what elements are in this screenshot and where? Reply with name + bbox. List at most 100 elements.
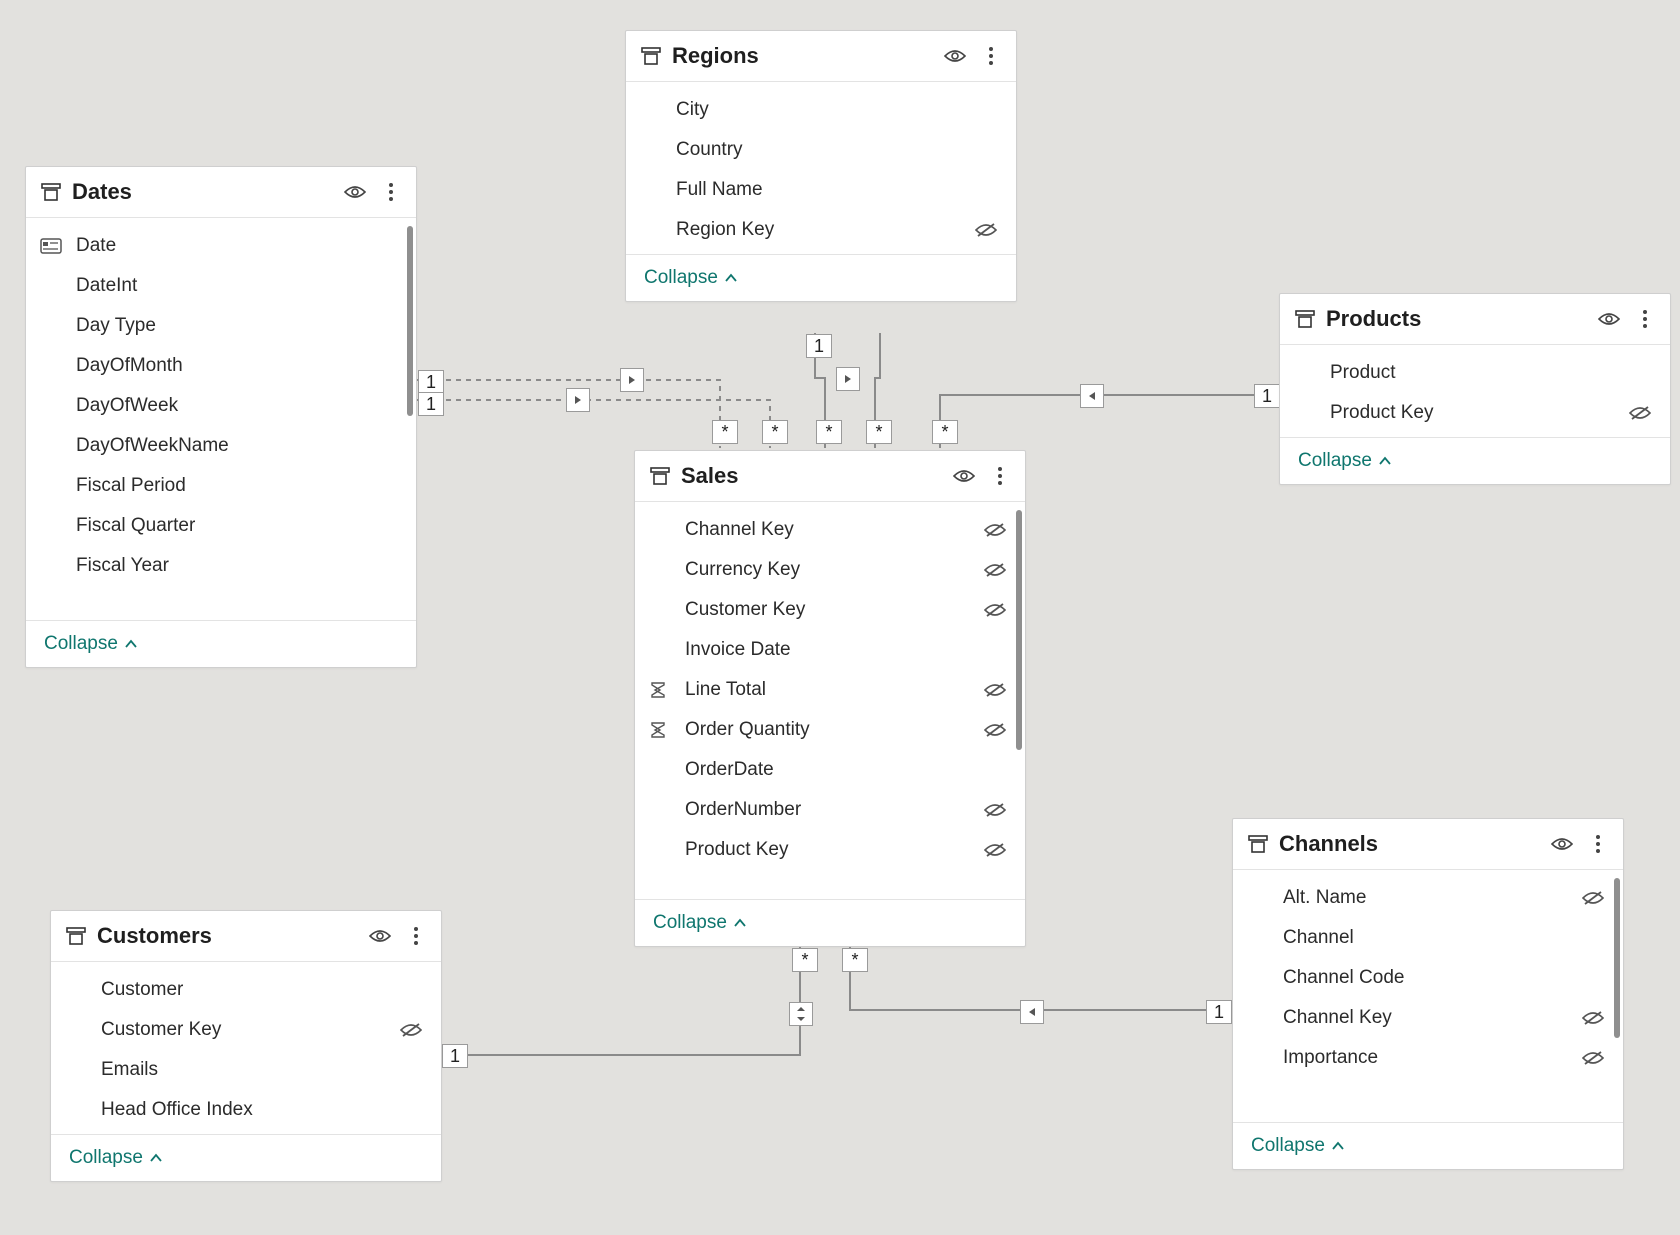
- field-row[interactable]: City: [626, 90, 1016, 130]
- table-title: Products: [1326, 306, 1588, 332]
- hidden-icon: [983, 562, 1007, 578]
- field-row[interactable]: Invoice Date: [635, 630, 1025, 670]
- field-list: Customer Customer Key Emails Head Office…: [51, 962, 441, 1134]
- field-row[interactable]: Emails: [51, 1050, 441, 1090]
- field-list: Channel Key Currency Key Customer Key In…: [635, 502, 1025, 899]
- field-row[interactable]: Day Type: [26, 306, 416, 346]
- field-row[interactable]: Fiscal Period: [26, 466, 416, 506]
- table-customers[interactable]: Customers Customer Customer Key Emails H…: [50, 910, 442, 1182]
- field-row[interactable]: DayOfWeekName: [26, 426, 416, 466]
- cardinality-many: *: [842, 948, 868, 972]
- field-row[interactable]: Product Key: [635, 830, 1025, 870]
- field-row[interactable]: Channel: [1233, 918, 1623, 958]
- visibility-icon[interactable]: [344, 181, 366, 203]
- table-title: Dates: [72, 179, 334, 205]
- table-header[interactable]: Regions: [626, 31, 1016, 82]
- field-list: City Country Full Name Region Key: [626, 82, 1016, 254]
- collapse-button[interactable]: Collapse: [69, 1147, 163, 1169]
- hidden-icon: [983, 682, 1007, 698]
- table-header[interactable]: Sales: [635, 451, 1025, 502]
- cardinality-one: 1: [418, 370, 444, 394]
- collapse-button[interactable]: Collapse: [1298, 450, 1392, 472]
- more-options-icon[interactable]: [1634, 308, 1656, 330]
- collapse-button[interactable]: Collapse: [644, 267, 738, 289]
- cardinality-one: 1: [442, 1044, 468, 1068]
- table-icon: [40, 181, 62, 203]
- table-regions[interactable]: Regions City Country Full Name Region Ke…: [625, 30, 1017, 302]
- direction-arrow-icon: [620, 368, 644, 392]
- visibility-icon[interactable]: [369, 925, 391, 947]
- field-row[interactable]: Order Quantity: [635, 710, 1025, 750]
- table-channels[interactable]: Channels Alt. Name Channel Channel Code …: [1232, 818, 1624, 1170]
- table-title: Regions: [672, 43, 934, 69]
- field-row[interactable]: Customer Key: [635, 590, 1025, 630]
- field-row[interactable]: DateInt: [26, 266, 416, 306]
- model-canvas[interactable]: 1 * * 1 1 * * 1 * 1 * 1 * Regions City C…: [0, 0, 1680, 1235]
- table-header[interactable]: Products: [1280, 294, 1670, 345]
- hidden-icon: [1581, 1050, 1605, 1066]
- collapse-button[interactable]: Collapse: [1251, 1135, 1345, 1157]
- field-row[interactable]: OrderNumber: [635, 790, 1025, 830]
- table-sales[interactable]: Sales Channel Key Currency Key Customer …: [634, 450, 1026, 947]
- table-header[interactable]: Channels: [1233, 819, 1623, 870]
- more-options-icon[interactable]: [405, 925, 427, 947]
- field-list: Alt. Name Channel Channel Code Channel K…: [1233, 870, 1623, 1122]
- field-row[interactable]: OrderDate: [635, 750, 1025, 790]
- cardinality-many: *: [866, 420, 892, 444]
- card-footer: Collapse: [51, 1134, 441, 1181]
- scrollbar-thumb[interactable]: [1016, 510, 1022, 750]
- field-row[interactable]: Head Office Index: [51, 1090, 441, 1130]
- field-row[interactable]: Customer: [51, 970, 441, 1010]
- field-row[interactable]: Currency Key: [635, 550, 1025, 590]
- field-row[interactable]: Channel Key: [1233, 998, 1623, 1038]
- collapse-button[interactable]: Collapse: [653, 912, 747, 934]
- field-row[interactable]: Date: [26, 226, 416, 266]
- direction-arrow-icon: [566, 388, 590, 412]
- field-row[interactable]: Channel Key: [635, 510, 1025, 550]
- direction-arrow-icon: [1080, 384, 1104, 408]
- table-title: Channels: [1279, 831, 1541, 857]
- field-row[interactable]: Alt. Name: [1233, 878, 1623, 918]
- scrollbar-thumb[interactable]: [1614, 878, 1620, 1038]
- hidden-icon: [983, 722, 1007, 738]
- field-row[interactable]: Fiscal Year: [26, 546, 416, 586]
- field-row[interactable]: Channel Code: [1233, 958, 1623, 998]
- table-products[interactable]: Products Product Product Key Collapse: [1279, 293, 1671, 485]
- field-row[interactable]: Customer Key: [51, 1010, 441, 1050]
- collapse-button[interactable]: Collapse: [44, 633, 138, 655]
- table-icon: [1294, 308, 1316, 330]
- field-row[interactable]: Country: [626, 130, 1016, 170]
- cardinality-one: 1: [1206, 1000, 1232, 1024]
- more-options-icon[interactable]: [989, 465, 1011, 487]
- cardinality-many: *: [792, 948, 818, 972]
- field-row[interactable]: DayOfWeek: [26, 386, 416, 426]
- field-row[interactable]: DayOfMonth: [26, 346, 416, 386]
- table-header[interactable]: Dates: [26, 167, 416, 218]
- visibility-icon[interactable]: [1551, 833, 1573, 855]
- field-row[interactable]: Line Total: [635, 670, 1025, 710]
- field-row[interactable]: Region Key: [626, 210, 1016, 250]
- cardinality-many: *: [932, 420, 958, 444]
- card-footer: Collapse: [635, 899, 1025, 946]
- visibility-icon[interactable]: [953, 465, 975, 487]
- more-options-icon[interactable]: [380, 181, 402, 203]
- field-row[interactable]: Fiscal Quarter: [26, 506, 416, 546]
- field-row[interactable]: Importance: [1233, 1038, 1623, 1078]
- visibility-icon[interactable]: [944, 45, 966, 67]
- field-row[interactable]: Product Key: [1280, 393, 1670, 433]
- visibility-icon[interactable]: [1598, 308, 1620, 330]
- field-row[interactable]: Full Name: [626, 170, 1016, 210]
- cardinality-many: *: [816, 420, 842, 444]
- table-header[interactable]: Customers: [51, 911, 441, 962]
- more-options-icon[interactable]: [980, 45, 1002, 67]
- table-title: Customers: [97, 923, 359, 949]
- field-row[interactable]: Product: [1280, 353, 1670, 393]
- scrollbar-thumb[interactable]: [407, 226, 413, 416]
- card-footer: Collapse: [1233, 1122, 1623, 1169]
- hidden-icon: [983, 602, 1007, 618]
- more-options-icon[interactable]: [1587, 833, 1609, 855]
- table-dates[interactable]: Dates Date DateInt Day Type DayOfMonth D…: [25, 166, 417, 668]
- table-title: Sales: [681, 463, 943, 489]
- direction-both-arrow-icon: [789, 1002, 813, 1026]
- table-icon: [649, 465, 671, 487]
